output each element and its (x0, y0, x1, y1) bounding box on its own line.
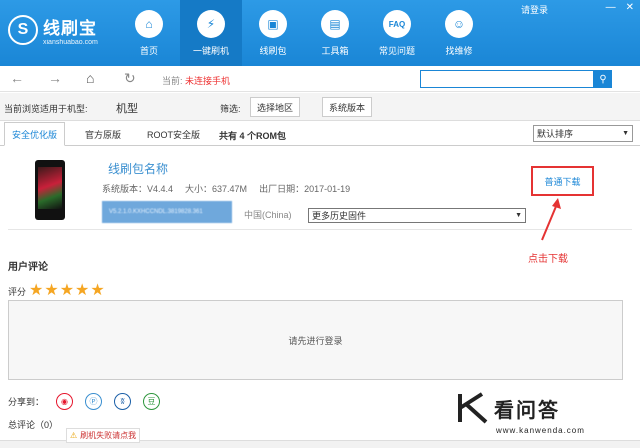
watermark: 看问答 (456, 392, 560, 424)
nav-label: 一键刷机 (192, 46, 229, 56)
faq-icon: FAQ (383, 10, 411, 38)
rom-date: 出厂日期：2017-01-19 (259, 184, 351, 194)
filter-label: 筛选: (220, 104, 241, 114)
rom-version: 系统版本：V4.4.4 (102, 184, 174, 194)
nav-item-faq[interactable]: FAQ 常见问题 (366, 0, 428, 66)
normal-download-button[interactable]: 普通下载 (531, 166, 594, 196)
rating-row: 评分 ★ ★ ★ ★ ★ (8, 283, 106, 299)
rom-region: 中国(China) (244, 210, 292, 220)
nav-item-toolbox[interactable]: ▤ 工具箱 (304, 0, 366, 66)
phone-screen (38, 167, 62, 209)
flash-fail-text: 刷机失败请点我 (80, 431, 137, 440)
nav-item-one-click-flash[interactable]: ⚡ 一键刷机 (180, 0, 242, 66)
top-bar: S 线刷宝 xianshuabao.com ⌂ 首页 ⚡ 一键刷机 ▣ 线刷包 … (0, 0, 640, 66)
tab-safe-optimized[interactable]: 安全优化版 (4, 122, 66, 146)
model-value: 机型 (116, 103, 138, 115)
back-icon[interactable]: ← (10, 71, 24, 85)
douban-icon[interactable]: 豆 (143, 393, 161, 410)
annotation-text: 点击下载 (528, 254, 568, 265)
forward-icon[interactable]: → (48, 71, 62, 85)
nav-label: 首页 (139, 46, 158, 56)
watermark-logo-icon (458, 392, 488, 424)
app-subtitle: xianshuabao.com (43, 39, 98, 46)
nav-item-home[interactable]: ⌂ 首页 (118, 0, 180, 66)
search-icon[interactable]: ⚲ (594, 70, 612, 88)
tab-bar: 安全优化版 官方原版 ROOT安全版 共有 4 个ROM包 默认排序 ▼ (0, 122, 640, 146)
flash-icon: ⚡ (197, 10, 225, 38)
refresh-icon[interactable]: ↻ (124, 71, 136, 85)
app-logo[interactable]: S 线刷宝 xianshuabao.com (8, 14, 98, 46)
share-row: 分享到： ◉ Ⓟ ʬ 豆 (8, 393, 172, 410)
sort-select[interactable]: 默认排序 ▼ (533, 125, 633, 142)
star-icon[interactable]: ★ (44, 283, 58, 299)
status-label: 当前: (162, 76, 183, 86)
rom-version-code: V5.2.1.0.KXHCCNDL.3819828.361 (102, 201, 232, 223)
flash-fail-help-link[interactable]: ⚠ 刷机失败请点我 (66, 428, 141, 443)
rom-name[interactable]: 线刷包名称 (108, 160, 168, 177)
star-icon[interactable]: ★ (29, 283, 43, 299)
nav-label: 找维修 (445, 46, 473, 56)
window-controls: — ✕ (606, 2, 634, 13)
tab-official[interactable]: 官方原版 (78, 122, 128, 146)
close-icon[interactable]: ✕ (626, 2, 634, 13)
package-icon: ▣ (259, 10, 287, 38)
sort-value: 默认排序 (537, 129, 574, 139)
nav-label: 线刷包 (259, 46, 287, 56)
rom-count: 共有 4 个ROM包 (219, 131, 287, 141)
history-firmware-select[interactable]: 更多历史固件 ▼ (308, 208, 526, 223)
search-input[interactable] (420, 70, 594, 88)
logo-icon: S (8, 15, 38, 45)
minimize-icon[interactable]: — (606, 2, 616, 13)
connection-status: 当前: 未连接手机 (162, 74, 230, 87)
star-icon[interactable]: ★ (90, 283, 104, 299)
watermark-url: www.kanwenda.com (496, 426, 585, 435)
chevron-down-icon: ▼ (515, 212, 522, 219)
address-bar: ← → ⌂ ↻ 当前: 未连接手机 ⚲ (0, 66, 640, 92)
tab-root-safe[interactable]: ROOT安全版 (140, 122, 207, 146)
history-select-value: 更多历史固件 (312, 211, 367, 221)
rom-size: 大小：637.47M (185, 184, 248, 194)
toolbox-icon: ▤ (321, 10, 349, 38)
nav-label: 工具箱 (321, 46, 349, 56)
comment-count: 总评论（0） (8, 420, 59, 430)
watermark-brand: 看问答 (494, 399, 560, 422)
rating-label: 评分 (8, 286, 27, 297)
phone-image (35, 160, 65, 220)
filter-bar: 当前浏览适用于机型: 机型 筛选: 选择地区 系统版本 (0, 93, 640, 121)
weibo-icon[interactable]: ◉ (56, 393, 74, 410)
star-icon[interactable]: ★ (60, 283, 74, 299)
warning-icon: ⚠ (70, 431, 78, 440)
chevron-down-icon: ▼ (622, 130, 629, 137)
nav-item-repair[interactable]: ☺ 找维修 (428, 0, 490, 66)
annotation-arrow-icon (541, 198, 561, 241)
login-link[interactable]: 请登录 (521, 3, 548, 16)
comment-textarea[interactable]: 请先进行登录 (8, 300, 623, 380)
region-filter-button[interactable]: 选择地区 (250, 97, 301, 117)
comments-title: 用户评论 (8, 262, 48, 273)
star-icon[interactable]: ★ (75, 283, 89, 299)
model-label: 当前浏览适用于机型: (4, 104, 88, 114)
version-filter-button[interactable]: 系统版本 (322, 97, 373, 117)
renren-icon[interactable]: ʬ (114, 393, 132, 410)
repair-icon: ☺ (445, 10, 473, 38)
share-label: 分享到： (8, 397, 45, 407)
nav-item-rom-package[interactable]: ▣ 线刷包 (242, 0, 304, 66)
qq-zone-icon[interactable]: Ⓟ (85, 393, 103, 410)
comment-placeholder: 请先进行登录 (288, 335, 343, 346)
main-nav: ⌂ 首页 ⚡ 一键刷机 ▣ 线刷包 ▤ 工具箱 FAQ 常见问题 ☺ 找维修 (118, 0, 490, 66)
nav-label: 常见问题 (378, 46, 415, 56)
rom-meta: 系统版本：V4.4.4 大小：637.47M 出厂日期：2017-01-19 (102, 182, 350, 195)
app-name: 线刷宝 (43, 19, 97, 38)
home-icon: ⌂ (135, 10, 163, 38)
home-icon[interactable]: ⌂ (86, 71, 94, 85)
status-value: 未连接手机 (185, 76, 231, 86)
